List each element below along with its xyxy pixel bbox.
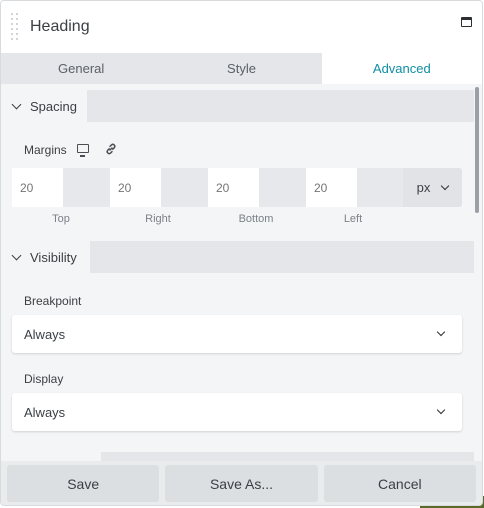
next-section-bar (1, 452, 474, 461)
margins-label: Margins (24, 143, 67, 157)
spacing-section-toggle[interactable]: Spacing (1, 90, 87, 122)
chevron-down-icon (436, 327, 446, 337)
next-section-toggle[interactable] (1, 452, 101, 461)
margins-row: px (12, 168, 462, 207)
breakpoint-select[interactable]: Always (12, 315, 462, 353)
panel-footer: Save Save As... Cancel (1, 461, 482, 505)
monitor-icon[interactable] (77, 144, 89, 157)
visibility-section-bar: Visibility (1, 241, 474, 273)
breakpoint-value: Always (24, 326, 66, 342)
margin-top-input[interactable] (12, 168, 63, 207)
tab-general[interactable]: General (1, 53, 161, 84)
link-icon[interactable] (104, 142, 118, 156)
display-label: Display (24, 372, 64, 386)
settings-content: Spacing Margins px Top Right Bottom Left (1, 84, 482, 461)
panel-title: Heading (30, 18, 90, 35)
unit-value: px (416, 180, 431, 195)
chevron-down-icon (11, 99, 22, 110)
margin-left-input[interactable] (306, 168, 357, 207)
maximize-icon[interactable] (461, 17, 472, 27)
margin-right-label: Right (145, 213, 171, 225)
margin-top-label: Top (52, 213, 70, 225)
tab-advanced[interactable]: Advanced (321, 53, 482, 84)
visibility-section-toggle[interactable]: Visibility (1, 241, 90, 273)
unit-select[interactable]: px (403, 168, 462, 207)
margin-bottom-label: Bottom (238, 213, 274, 225)
tab-style[interactable]: Style (161, 53, 321, 84)
chevron-down-icon (11, 250, 22, 261)
margin-bottom-input[interactable] (208, 168, 259, 207)
margin-right-input[interactable] (110, 168, 161, 207)
drag-handle-icon[interactable] (11, 12, 23, 42)
chevron-down-icon (441, 181, 450, 191)
display-value: Always (24, 404, 66, 420)
chevron-down-icon (436, 405, 446, 415)
save-button[interactable]: Save (7, 465, 160, 502)
panel-header: Heading (1, 1, 482, 53)
breakpoint-label: Breakpoint (24, 294, 82, 308)
margin-left-label: Left (343, 213, 363, 225)
display-select[interactable]: Always (12, 393, 462, 431)
cancel-button[interactable]: Cancel (323, 465, 476, 502)
settings-panel: Heading General Style Advanced Spacing M… (0, 0, 483, 506)
spacing-section-bar: Spacing (1, 90, 474, 122)
tab-bar: General Style Advanced (1, 53, 482, 84)
spacing-section-label: Spacing (30, 98, 77, 114)
visibility-section-label: Visibility (30, 249, 77, 265)
save-as-button[interactable]: Save As... (165, 465, 318, 502)
